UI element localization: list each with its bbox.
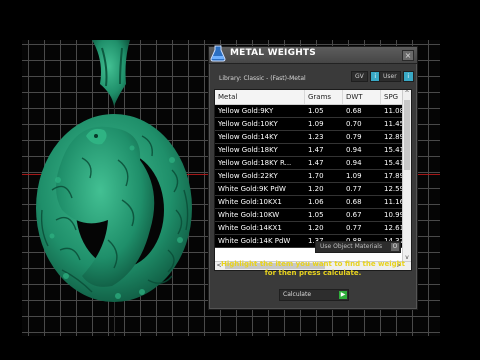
dwt-cell: 0.77 <box>346 224 362 232</box>
close-button[interactable]: × <box>402 50 414 61</box>
dwt-cell: 0.67 <box>346 211 362 219</box>
calculate-label: Calculate <box>283 291 312 298</box>
grams-cell: 1.20 <box>308 185 324 193</box>
metal-cell: Yellow Gold:18KY <box>218 146 278 154</box>
table-row[interactable]: White Gold:14KX1 1.20 0.77 12.61 <box>215 222 403 235</box>
metal-cell: White Gold:10KX1 <box>218 198 282 206</box>
grams-cell: 1.20 <box>308 224 324 232</box>
application-stage: METAL WEIGHTS × Library: Classic - (Fast… <box>0 0 480 360</box>
column-header-metal[interactable]: Metal <box>215 90 305 104</box>
spg-cell: 15.41 <box>384 146 403 154</box>
metal-cell: Yellow Gold:14KY <box>218 133 278 141</box>
column-header-dwt[interactable]: DWT <box>343 90 381 104</box>
spg-cell: 17.89 <box>384 172 403 180</box>
dialog-title: METAL WEIGHTS <box>230 48 316 58</box>
metal-cell: White Gold:9K PdW <box>218 185 286 193</box>
table-body: Yellow Gold:9KY 1.05 0.68 11.08 Yellow Gold:… <box>215 105 403 248</box>
metal-weights-dialog: METAL WEIGHTS × Library: Classic - (Fast… <box>208 45 418 310</box>
dwt-cell: 0.79 <box>346 133 362 141</box>
grams-cell: 1.05 <box>308 107 324 115</box>
scroll-up-icon[interactable]: ^ <box>403 90 411 98</box>
column-header-grams[interactable]: Grams <box>305 90 343 104</box>
user-toggle-label: User <box>379 70 401 82</box>
spg-cell: 12.59 <box>384 185 403 193</box>
gv-toggle-label: GV <box>351 70 368 82</box>
spg-cell: 15.41 <box>384 159 403 167</box>
close-icon: × <box>404 51 412 60</box>
dwt-cell: 0.68 <box>346 107 362 115</box>
spg-cell: 11.08 <box>384 107 403 115</box>
table-row[interactable]: White Gold:9K PdW 1.20 0.77 12.59 <box>215 183 403 196</box>
user-toggle[interactable]: User i <box>379 70 414 82</box>
dwt-cell: 0.70 <box>346 120 362 128</box>
use-object-materials-toggle[interactable]: Use Object Materials O <box>315 241 401 253</box>
table-header: Metal Grams DWT SPG <box>215 90 403 105</box>
table-row[interactable]: Yellow Gold:22KY 1.70 1.09 17.89 <box>215 170 403 183</box>
gv-toggle[interactable]: GV i <box>351 70 381 82</box>
table-row[interactable]: Yellow Gold:9KY 1.05 0.68 11.08 <box>215 105 403 118</box>
grams-cell: 1.23 <box>308 133 324 141</box>
metal-cell: White Gold:14KX1 <box>218 224 282 232</box>
metal-cell: White Gold:10KW <box>218 211 280 219</box>
metal-cell: Yellow Gold:9KY <box>218 107 274 115</box>
dwt-cell: 0.68 <box>346 198 362 206</box>
library-label: Library: Classic - (Fast)-Metal <box>219 75 306 82</box>
metal-cell: Yellow Gold:10KY <box>218 120 278 128</box>
instruction-text: Highlight the item you want to find the … <box>221 260 405 277</box>
table-row[interactable]: Yellow Gold:18KY R... 1.47 0.94 15.41 <box>215 157 403 170</box>
toggle-indicator-icon: O <box>391 243 399 251</box>
grams-cell: 1.47 <box>308 159 324 167</box>
spg-cell: 12.89 <box>384 133 403 141</box>
grams-cell: 1.05 <box>308 211 324 219</box>
metal-cell: White Gold:14K PdW <box>218 237 291 245</box>
grams-cell: 1.47 <box>308 146 324 154</box>
spg-cell: 10.99 <box>384 211 403 219</box>
info-icon: i <box>402 70 414 82</box>
spg-cell: 12.61 <box>384 224 403 232</box>
dialog-titlebar[interactable]: METAL WEIGHTS × <box>209 45 417 64</box>
dwt-cell: 0.94 <box>346 146 362 154</box>
dwt-cell: 0.94 <box>346 159 362 167</box>
use-object-materials-label: Use Object Materials <box>320 243 383 250</box>
metal-cell: Yellow Gold:18KY R... <box>218 159 292 167</box>
table-row[interactable]: White Gold:10KX1 1.06 0.68 11.16 <box>215 196 403 209</box>
flask-icon <box>210 45 226 62</box>
table-row[interactable]: Yellow Gold:10KY 1.09 0.70 11.45 <box>215 118 403 131</box>
vertical-scrollbar[interactable]: ^ v <box>402 90 411 262</box>
play-arrow-icon: ▶ <box>339 291 347 299</box>
grams-cell: 1.09 <box>308 120 324 128</box>
dwt-cell: 1.09 <box>346 172 362 180</box>
spg-cell: 11.16 <box>384 198 403 206</box>
vertical-scroll-thumb[interactable] <box>404 100 410 170</box>
metal-cell: Yellow Gold:22KY <box>218 172 278 180</box>
grams-cell: 1.70 <box>308 172 324 180</box>
table-row[interactable]: White Gold:10KW 1.05 0.67 10.99 <box>215 209 403 222</box>
calculate-button[interactable]: Calculate ▶ <box>279 289 349 301</box>
grams-cell: 1.06 <box>308 198 324 206</box>
dwt-cell: 0.77 <box>346 185 362 193</box>
spg-cell: 11.45 <box>384 120 403 128</box>
table-row[interactable]: Yellow Gold:18KY 1.47 0.94 15.41 <box>215 144 403 157</box>
pendant-bail <box>92 40 130 106</box>
table-row[interactable]: Yellow Gold:14KY 1.23 0.79 12.89 <box>215 131 403 144</box>
column-header-spg[interactable]: SPG <box>381 90 403 104</box>
